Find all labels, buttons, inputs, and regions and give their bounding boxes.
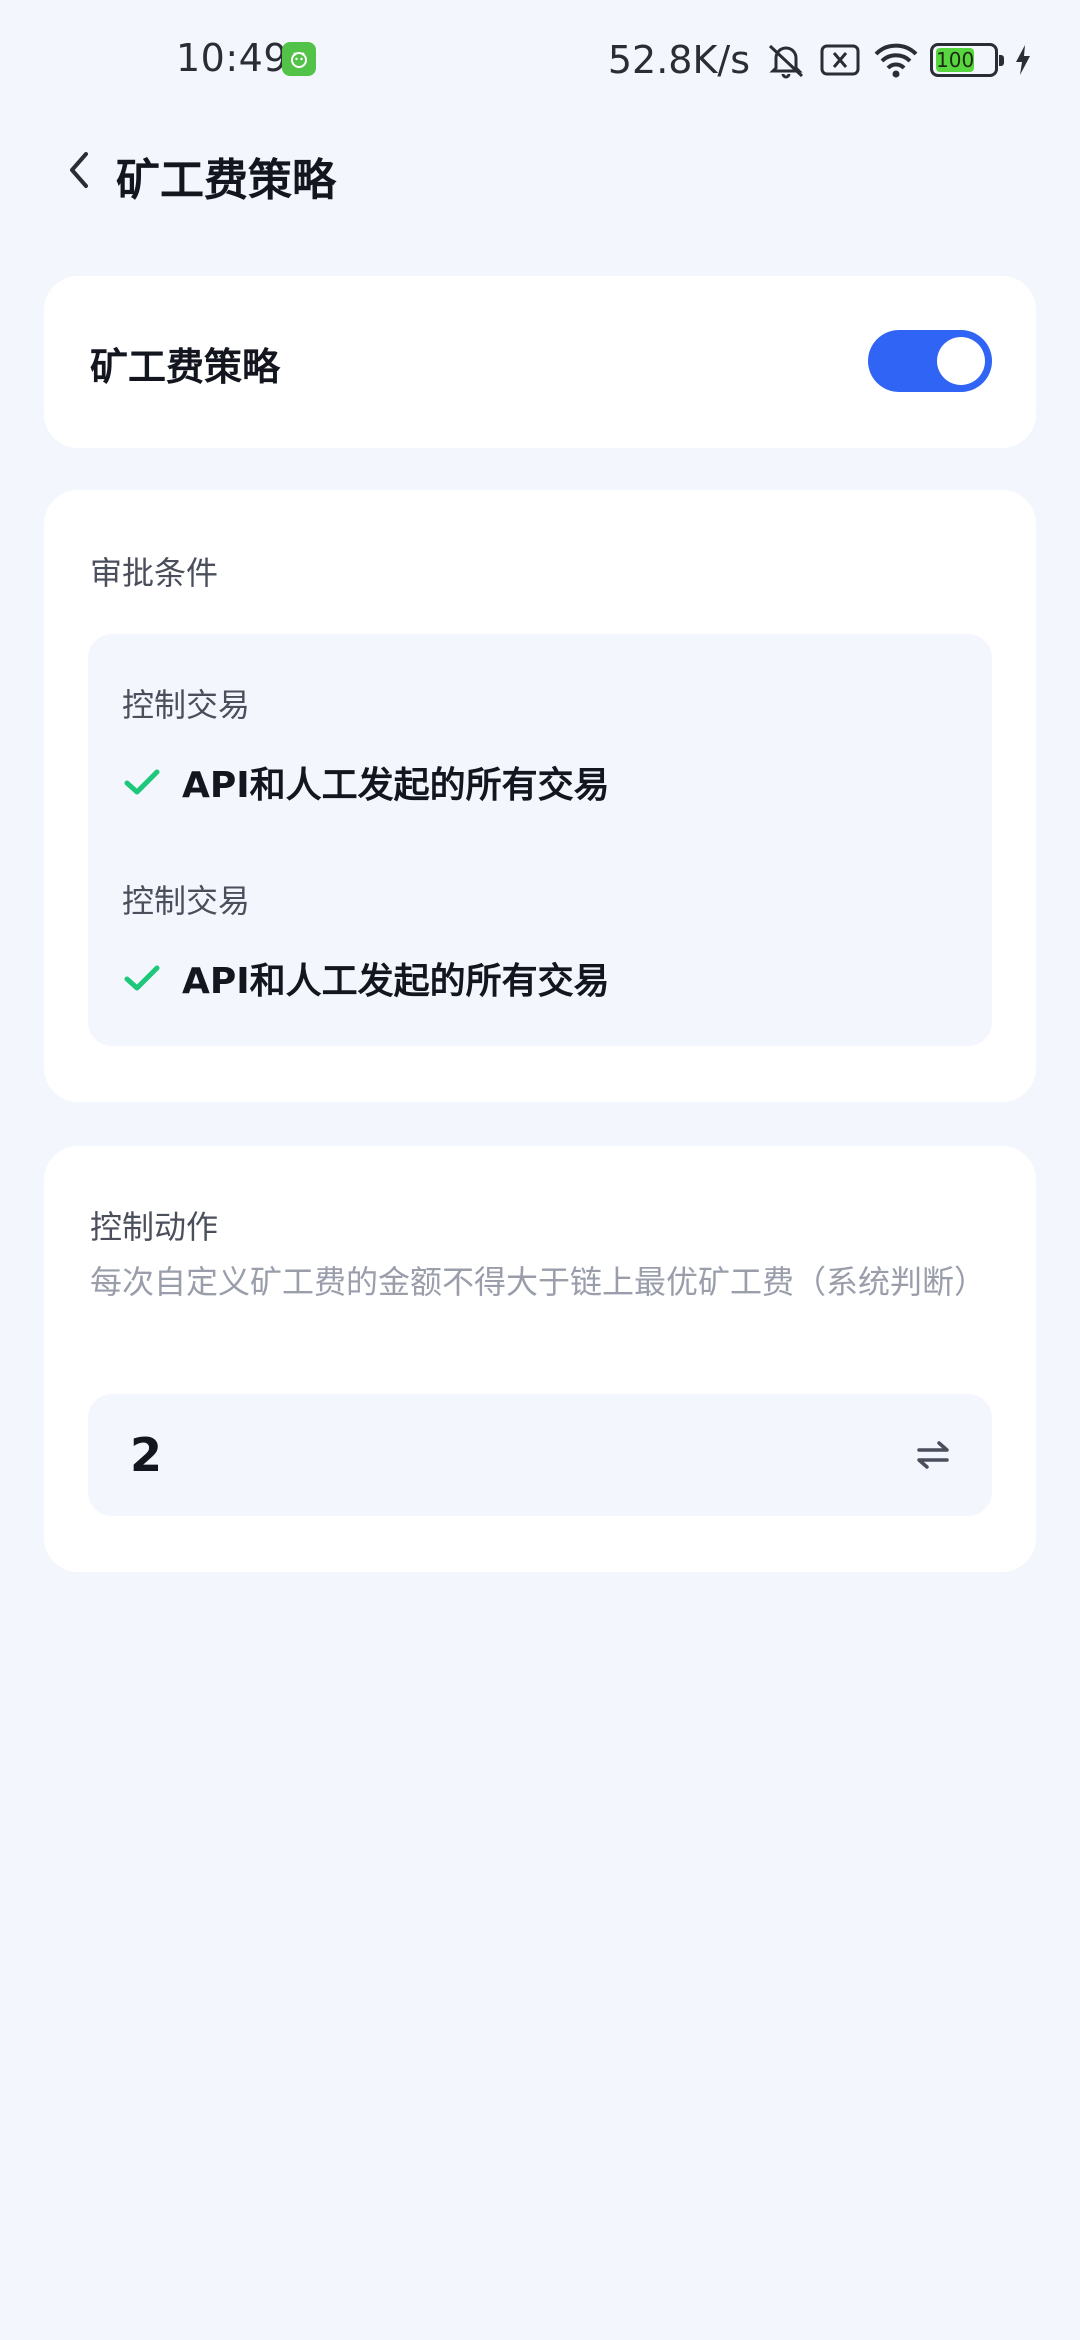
check-icon — [122, 762, 162, 802]
mute-bell-icon — [764, 40, 808, 80]
back-button[interactable] — [50, 140, 110, 200]
status-time: 10:49 — [176, 36, 289, 80]
policy-toggle-label: 矿工费策略 — [90, 345, 281, 389]
charging-icon — [1014, 43, 1032, 77]
policy-toggle-switch[interactable] — [868, 330, 992, 392]
action-section-label: 控制动作 — [90, 1208, 219, 1246]
control-action-card: 控制动作 每次自定义矿工费的金额不得大于链上最优矿工费（系统判断） 2 — [44, 1146, 1036, 1572]
wifi-icon — [872, 40, 920, 80]
check-icon — [122, 958, 162, 998]
swap-arrows-icon — [917, 1441, 949, 1469]
approval-section-label: 审批条件 — [90, 554, 219, 592]
action-description: 每次自定义矿工费的金额不得大于链上最优矿工费（系统判断） — [90, 1263, 987, 1301]
condition-item: API和人工发起的所有交易 — [122, 952, 610, 1004]
app-notification-icon — [282, 42, 316, 76]
condition-value: API和人工发起的所有交易 — [182, 765, 610, 806]
approval-conditions-card: 审批条件 控制交易 API和人工发起的所有交易 控制交易 API和人工发起的所有… — [44, 490, 1036, 1102]
no-sim-icon — [818, 40, 862, 80]
status-bar: 10:49 52.8K/s 100 — [0, 0, 1080, 120]
network-speed: 52.8K/s — [607, 38, 750, 82]
amount-value: 2 — [130, 1428, 163, 1482]
swap-button[interactable] — [910, 1432, 956, 1478]
page-title: 矿工费策略 — [116, 155, 336, 206]
battery-icon: 100 — [930, 43, 1004, 77]
condition-label: 控制交易 — [122, 882, 251, 920]
header: 矿工费策略 — [0, 120, 1080, 220]
condition-value: API和人工发起的所有交易 — [182, 961, 610, 1002]
toggle-knob — [937, 337, 985, 385]
amount-input[interactable]: 2 — [88, 1394, 992, 1516]
policy-toggle-card: 矿工费策略 — [44, 276, 1036, 448]
chevron-left-icon — [70, 152, 88, 188]
conditions-list: 控制交易 API和人工发起的所有交易 控制交易 API和人工发起的所有交易 — [88, 634, 992, 1046]
condition-label: 控制交易 — [122, 686, 251, 724]
condition-item: API和人工发起的所有交易 — [122, 756, 610, 808]
battery-level: 100 — [936, 48, 975, 72]
